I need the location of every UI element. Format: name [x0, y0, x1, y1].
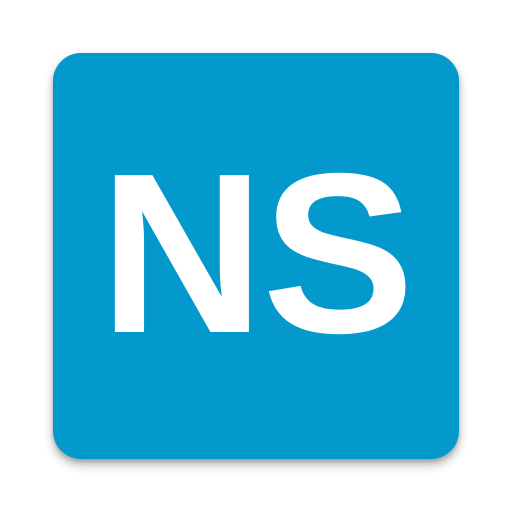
app-icon-label: NS [99, 127, 415, 381]
app-icon[interactable]: NS [53, 53, 459, 459]
icon-canvas: NS [0, 0, 512, 512]
